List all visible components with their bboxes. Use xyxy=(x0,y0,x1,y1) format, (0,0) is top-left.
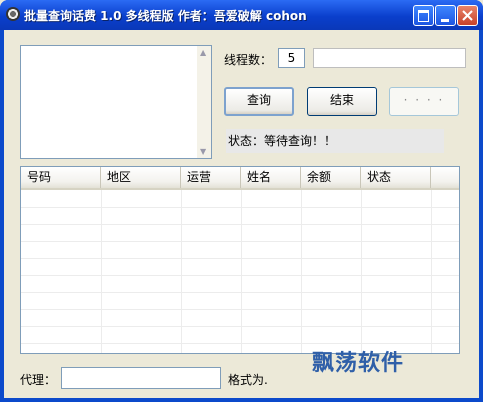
table-header: 号码 地区 运营 姓名 余额 状态 xyxy=(21,167,459,190)
extra-button[interactable]: · · · · xyxy=(389,87,459,116)
proxy-input[interactable] xyxy=(61,367,221,389)
row-divider xyxy=(21,207,459,208)
scroll-down-icon[interactable]: ▼ xyxy=(200,147,206,156)
row-divider xyxy=(21,309,459,310)
column-header[interactable]: 姓名 xyxy=(241,167,301,188)
progress-bar xyxy=(313,48,466,68)
format-label: 格式为. xyxy=(228,373,268,387)
scroll-up-icon[interactable]: ▲ xyxy=(200,48,206,57)
column-divider xyxy=(301,190,302,353)
stop-button[interactable]: 结束 xyxy=(307,87,377,116)
maximize-button[interactable] xyxy=(413,5,434,26)
column-divider xyxy=(181,190,182,353)
status-text: 状态：等待查询！！ xyxy=(226,129,444,153)
watermark-logo: 飘荡软件 xyxy=(312,350,405,376)
proxy-label: 代理： xyxy=(20,373,57,387)
column-header[interactable]: 状态 xyxy=(361,167,431,188)
close-button[interactable] xyxy=(457,5,478,26)
title-bar[interactable]: 批量查询话费 1.0 多线程版 作者：吾爱破解 cohon xyxy=(0,0,483,30)
maximize-icon xyxy=(418,10,429,22)
column-divider xyxy=(101,190,102,353)
close-icon xyxy=(462,10,473,21)
row-divider xyxy=(21,224,459,225)
column-header[interactable]: 号码 xyxy=(21,167,101,188)
row-divider xyxy=(21,343,459,344)
column-divider xyxy=(431,190,432,353)
thread-count-input[interactable]: 5 xyxy=(278,48,305,68)
column-header[interactable]: 地区 xyxy=(101,167,181,188)
query-button[interactable]: 查询 xyxy=(224,87,294,116)
row-divider xyxy=(21,326,459,327)
row-divider xyxy=(21,241,459,242)
minimize-button[interactable] xyxy=(435,5,456,26)
results-table[interactable]: 号码 地区 运营 姓名 余额 状态 xyxy=(20,166,460,354)
row-divider xyxy=(21,292,459,293)
column-header-filler xyxy=(431,167,459,188)
minimize-icon xyxy=(441,19,449,22)
column-divider xyxy=(361,190,362,353)
client-area: ▲ ▼ 线程数： 5 查询 结束 · · · · 状态：等待查询！！ 号码 地区… xyxy=(4,30,479,398)
column-header[interactable]: 运营 xyxy=(181,167,241,188)
app-window: 批量查询话费 1.0 多线程版 作者：吾爱破解 cohon ▲ ▼ 线程数： 5… xyxy=(0,0,483,402)
window-title: 批量查询话费 1.0 多线程版 作者：吾爱破解 cohon xyxy=(24,9,307,23)
listbox-scrollbar[interactable]: ▲ ▼ xyxy=(197,46,211,158)
column-divider xyxy=(241,190,242,353)
app-icon[interactable] xyxy=(6,7,20,21)
column-header[interactable]: 余额 xyxy=(301,167,361,188)
row-divider xyxy=(21,275,459,276)
thread-count-label: 线程数： xyxy=(224,53,273,67)
row-divider xyxy=(21,258,459,259)
phone-number-input[interactable]: ▲ ▼ xyxy=(20,45,212,159)
